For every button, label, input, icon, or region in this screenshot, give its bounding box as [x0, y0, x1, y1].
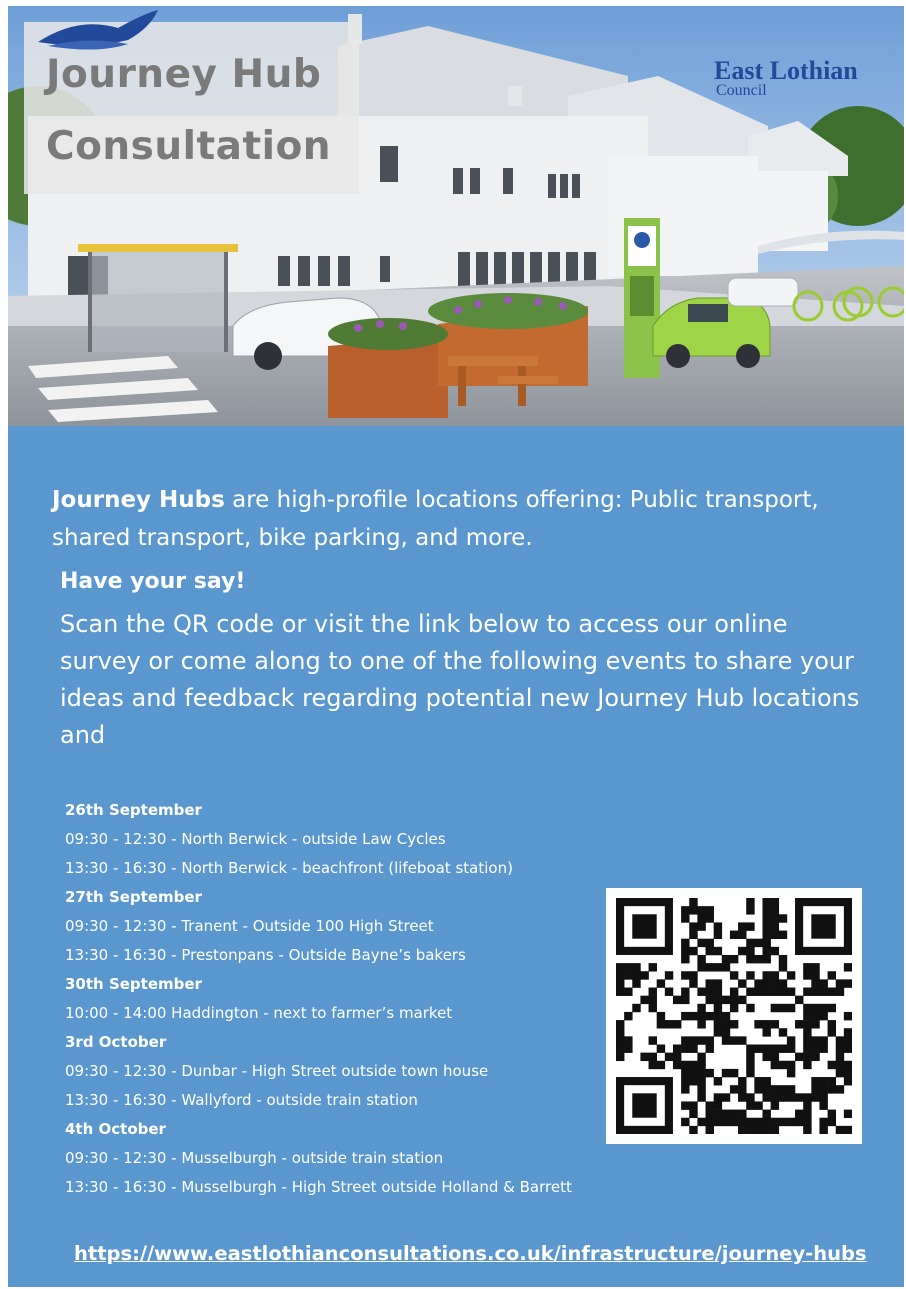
event-item: 09:30 - 12:30 - Dunbar - High Street out…	[65, 1062, 489, 1080]
event-item: 09:30 - 12:30 - North Berwick - outside …	[65, 830, 446, 848]
intro-lead: Journey Hubs	[52, 487, 225, 513]
have-your-say-body: Scan the QR code or visit the link below…	[60, 610, 860, 749]
poster: Journey Hub Consultation East Lothian Co…	[8, 6, 904, 1287]
event-date: 3rd October	[65, 1033, 167, 1051]
logo-subname: Council	[716, 82, 767, 99]
council-logo-icon	[38, 10, 158, 50]
event-item: 09:30 - 12:30 - Musselburgh - outside tr…	[65, 1149, 444, 1167]
event-item: 13:30 - 16:30 - Prestonpans - Outside Ba…	[65, 946, 466, 964]
events-list: 26th September 09:30 - 12:30 - North Ber…	[65, 796, 625, 1202]
event-item: 13:30 - 16:30 - Musselburgh - High Stree…	[65, 1178, 572, 1196]
info-panel: Journey Hubs are high-profile locations …	[8, 426, 904, 1287]
qr-code[interactable]	[606, 888, 862, 1144]
event-item: 09:30 - 12:30 - Tranent - Outside 100 Hi…	[65, 917, 434, 935]
title-line-2: Consultation	[46, 124, 332, 169]
qr-code-icon	[616, 898, 852, 1134]
event-date: 30th September	[65, 975, 202, 993]
have-your-say-heading: Have your say!	[60, 569, 246, 594]
event-item: 13:30 - 16:30 - North Berwick - beachfro…	[65, 859, 513, 877]
intro-paragraph: Journey Hubs are high-profile locations …	[52, 481, 882, 557]
hero-image: Journey Hub Consultation East Lothian Co…	[8, 6, 904, 426]
event-date: 26th September	[65, 801, 202, 819]
consultation-link[interactable]: https://www.eastlothianconsultations.co.…	[74, 1242, 867, 1265]
event-item: 13:30 - 16:30 - Wallyford - outside trai…	[65, 1091, 418, 1109]
event-item: 10:00 - 14:00 Haddington - next to farme…	[65, 1004, 453, 1022]
event-date: 27th September	[65, 888, 202, 906]
event-date: 4th October	[65, 1120, 166, 1138]
